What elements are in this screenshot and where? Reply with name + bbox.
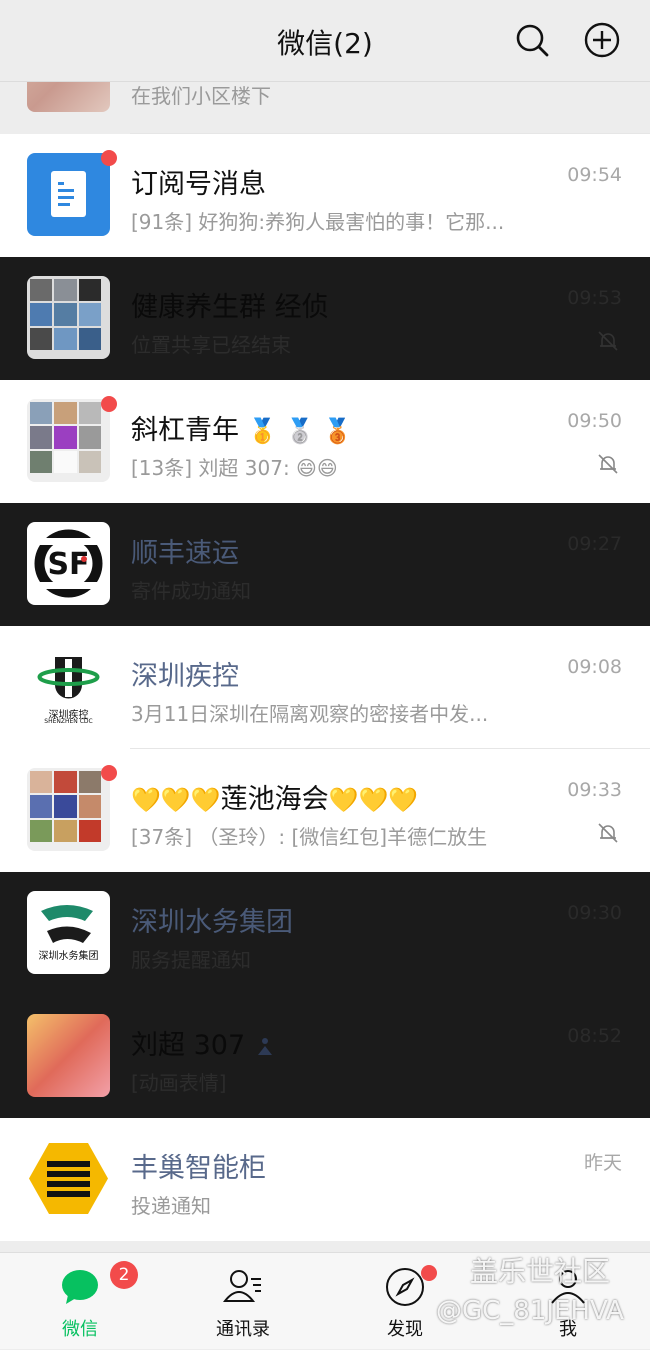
tab-label: 微信 xyxy=(62,1319,98,1340)
chat-name: 💛💛💛莲池海会💛💛💛 xyxy=(131,777,418,816)
chat-name: 顺丰速运 xyxy=(131,538,239,569)
chat-item-health-group[interactable]: 健康养生群 经侦 位置共享已经结束 09:53 xyxy=(0,257,650,380)
chat-name-text: 刘超 307 xyxy=(131,1030,246,1061)
chat-item-liuchao[interactable]: 刘超 307 [动画表情] 08:52 xyxy=(0,995,650,1118)
chat-time: 昨天 xyxy=(583,1152,622,1174)
plus-circle-icon[interactable] xyxy=(584,22,620,58)
heart-emoji: 💛💛💛 xyxy=(131,786,221,814)
search-icon[interactable] xyxy=(514,22,550,58)
top-bar: 微信(2) xyxy=(0,0,650,82)
chat-time: 08:52 xyxy=(567,1025,622,1047)
unread-dot xyxy=(101,765,117,781)
contacts-icon xyxy=(223,1270,261,1302)
chat-item-partial[interactable]: 在我们小区楼下 xyxy=(0,82,650,134)
fengchao-logo xyxy=(27,1137,110,1220)
avatar xyxy=(27,82,110,112)
chat-name: 深圳疾控 xyxy=(131,661,239,692)
chat-time: 09:33 xyxy=(567,779,622,801)
chat-item-lianchi[interactable]: 💛💛💛莲池海会💛💛💛 [37条] （圣玲）: [微信红包]羊德仁放生 09:33 xyxy=(0,749,650,872)
tab-label: 通讯录 xyxy=(216,1319,270,1340)
document-icon xyxy=(51,171,86,217)
chat-preview: 投递通知 xyxy=(131,1194,211,1218)
avatar xyxy=(27,153,110,236)
chat-preview: [13条] 刘超 307: 😄😄 xyxy=(131,452,338,481)
chat-preview-text: [13条] 刘超 307: xyxy=(131,456,297,480)
chat-name: 斜杠青年 🥇 🥈 🥉 xyxy=(131,408,353,447)
chat-item-sf[interactable]: SF 顺丰速运 寄件成功通知 09:27 xyxy=(0,503,650,626)
chat-preview: 寄件成功通知 xyxy=(131,579,251,603)
chat-preview: 3月11日深圳在隔离观察的密接者中发... xyxy=(131,702,489,726)
chat-item-subscription[interactable]: 订阅号消息 [91条] 好狗狗:养狗人最害怕的事！它那... 09:54 xyxy=(0,134,650,257)
discover-dot xyxy=(421,1265,437,1281)
chat-time: 09:27 xyxy=(567,533,622,555)
logo-text: 深圳水务集团 xyxy=(38,951,99,962)
unread-dot xyxy=(101,396,117,412)
compass-icon xyxy=(386,1268,424,1306)
unread-dot xyxy=(101,150,117,166)
medals-emoji: 🥇 🥈 🥉 xyxy=(247,417,353,445)
chat-item-fengchao[interactable]: 丰巢智能柜 投递通知 昨天 xyxy=(0,1118,650,1241)
svg-text:SF: SF xyxy=(47,547,89,582)
mute-bell-icon xyxy=(598,823,618,843)
chat-preview: [91条] 好狗狗:养狗人最害怕的事！它那... xyxy=(131,210,505,234)
chat-list: 在我们小区楼下 订阅号消息 [91条] 好狗狗:养狗人最害怕的事！它那... 0… xyxy=(0,82,650,1241)
chat-item-szcdc[interactable]: 深圳疾控 SHENZHEN CDC 深圳疾控 3月11日深圳在隔离观察的密接者中… xyxy=(0,626,650,749)
logo-subtext: SHENZHEN CDC xyxy=(44,718,93,725)
sf-logo: SF xyxy=(27,522,110,605)
watermark-line2: @GC_81JEHVA xyxy=(436,1296,624,1326)
tab-contacts[interactable]: 通讯录 xyxy=(183,1253,303,1350)
water-logo: 深圳水务集团 xyxy=(27,891,110,974)
chat-preview: [37条] （圣玲）: [微信红包]羊德仁放生 xyxy=(131,825,488,849)
chat-item-xiegang[interactable]: 斜杠青年 🥇 🥈 🥉 [13条] 刘超 307: 😄😄 09:50 xyxy=(0,380,650,503)
chat-name: 丰巢智能柜 xyxy=(131,1153,266,1184)
chat-preview: 位置共享已经结束 xyxy=(131,333,291,357)
group-avatar xyxy=(27,399,110,482)
chat-name: 刘超 307 xyxy=(131,1023,276,1062)
mute-bell-icon xyxy=(598,331,618,351)
chat-time: 09:30 xyxy=(567,902,622,924)
chat-item-water[interactable]: 深圳水务集团 深圳水务集团 服务提醒通知 09:30 xyxy=(0,872,650,995)
watermark-line1: 盖乐世社区 xyxy=(470,1255,611,1288)
mute-bell-icon xyxy=(598,454,618,474)
heart-emoji: 💛💛💛 xyxy=(328,786,419,814)
group-avatar xyxy=(27,276,110,359)
chat-name: 订阅号消息 xyxy=(131,169,266,200)
tab-chats[interactable]: 2 微信 xyxy=(20,1253,140,1350)
chat-time: 09:50 xyxy=(567,410,622,432)
group-avatar xyxy=(27,768,110,851)
chat-name: 深圳水务集团 xyxy=(131,907,293,938)
avatar xyxy=(27,1014,110,1097)
grin-emoji: 😄😄 xyxy=(296,456,338,480)
chat-time: 09:53 xyxy=(567,287,622,309)
page-title: 微信(2) xyxy=(277,27,373,60)
chat-bubble-icon xyxy=(62,1270,98,1304)
chat-time: 09:54 xyxy=(567,164,622,186)
chat-name-text: 斜杠青年 xyxy=(131,415,239,446)
chat-preview: 服务提醒通知 xyxy=(131,948,251,972)
chat-time: 09:08 xyxy=(567,656,622,678)
meditation-icon xyxy=(257,1037,272,1055)
chat-name: 健康养生群 经侦 xyxy=(131,292,329,323)
chat-preview: [动画表情] xyxy=(131,1071,227,1095)
unread-badge: 2 xyxy=(110,1261,138,1289)
chat-preview: 在我们小区楼下 xyxy=(131,84,271,108)
szcdc-logo: 深圳疾控 SHENZHEN CDC xyxy=(27,645,110,728)
chat-name-text: 莲池海会 xyxy=(220,784,329,815)
